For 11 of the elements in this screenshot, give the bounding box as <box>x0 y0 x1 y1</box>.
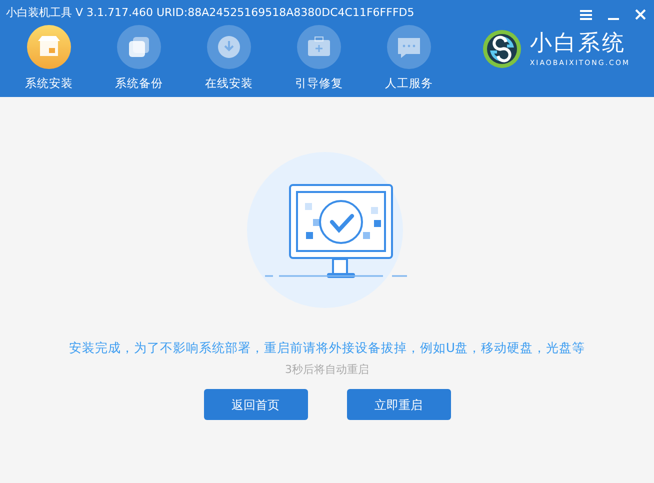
home-button[interactable]: 返回首页 <box>204 389 308 420</box>
nav-tab[interactable]: 人工服务 <box>364 25 454 92</box>
countdown-text: 3秒后将自动重启 <box>285 362 369 378</box>
window-title: 小白装机工具 V 3.1.717.460 URID:88A24525169518A8380DC4C11F6FFFD5 <box>5 5 414 21</box>
nav-tab[interactable]: 在线安装 <box>184 25 274 92</box>
restart-button[interactable]: 立即重启 <box>346 389 450 420</box>
nav-tab[interactable]: 引导修复 <box>274 25 364 92</box>
completion-message: 安装完成，为了不影响系统部署，重启前请将外接设备拔掉，例如U盘，移动硬盘，光盘等 <box>68 339 586 357</box>
nav-tab[interactable]: 系统备份 <box>94 25 184 92</box>
logo-name: 小白系统 <box>530 30 627 58</box>
nav-tab[interactable]: 系统安装 <box>4 25 94 92</box>
